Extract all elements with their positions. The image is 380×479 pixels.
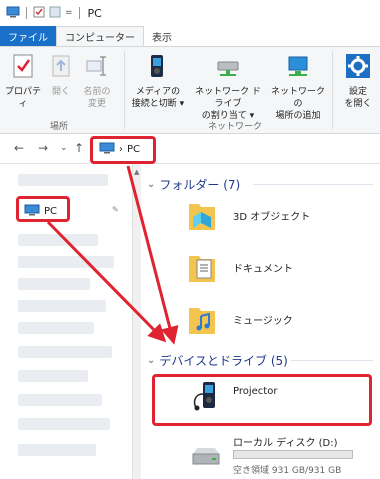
- content-pane: ⌄ フォルダー (7) 3D オブジェクト ドキュメント ミュージック ⌄ デバ…: [141, 164, 380, 479]
- blurred-item: [18, 174, 108, 186]
- tab-computer[interactable]: コンピューター: [56, 26, 144, 46]
- up-arrow-icon[interactable]: ↑: [74, 141, 84, 155]
- blurred-item: [18, 278, 90, 290]
- folder-3d-objects[interactable]: 3D オブジェクト: [233, 208, 310, 223]
- properties-quick-icon[interactable]: [33, 6, 45, 21]
- documents-icon: [187, 250, 217, 287]
- chevron-down-icon: ⌄: [147, 355, 156, 366]
- devices-section-label: デバイスとドライブ (5): [159, 354, 288, 368]
- folders-section-label: フォルダー (7): [159, 178, 241, 192]
- gear-icon: [338, 53, 378, 83]
- disk-free-space-text: 空き領域 931 GB/931 GB: [233, 466, 342, 476]
- chevron-down-icon: ⌄: [147, 179, 156, 190]
- open-icon: [46, 53, 76, 83]
- nav-scrollbar[interactable]: ▲: [132, 164, 141, 479]
- map-network-drive-label: ネットワーク ドライブ の割り当て ▾: [195, 87, 261, 121]
- forward-arrow-icon[interactable]: →: [38, 141, 48, 155]
- blurred-item: [18, 370, 88, 382]
- customize-quick-access-icon[interactable]: =: [65, 8, 73, 18]
- blurred-item: [18, 322, 94, 334]
- blurred-item: [18, 418, 110, 430]
- properties-button[interactable]: プロパティ: [4, 53, 42, 110]
- tab-file[interactable]: ファイル: [0, 26, 56, 46]
- folder-music[interactable]: ミュージック: [233, 312, 293, 327]
- section-divider: [253, 184, 373, 185]
- highlight-projector: [152, 374, 372, 426]
- tab-view[interactable]: 表示: [144, 26, 180, 46]
- blurred-item: [18, 346, 112, 358]
- highlight-address-pc: [90, 136, 156, 164]
- recent-locations-chevron-icon[interactable]: ⌄: [60, 143, 68, 153]
- network-location-icon: [268, 53, 328, 83]
- window-icon: [6, 6, 20, 21]
- group-separator: [124, 51, 125, 129]
- devices-section-header[interactable]: ⌄ デバイスとドライブ (5): [147, 352, 288, 369]
- network-group-label: ネットワーク: [208, 122, 263, 132]
- ribbon-tabs: ファイル コンピューター 表示: [0, 26, 380, 46]
- open-button[interactable]: 開く: [46, 53, 76, 98]
- new-folder-quick-icon[interactable]: [49, 6, 61, 21]
- blurred-item: [18, 444, 96, 456]
- blurred-item: [18, 300, 106, 312]
- folders-section-header[interactable]: ⌄ フォルダー (7): [147, 176, 240, 193]
- ribbon: プロパティ 開く 名前の 変更 場所 メディアの 接続と切断 ▾ ネットワーク …: [0, 46, 380, 134]
- section-divider: [291, 360, 373, 361]
- title-bar: = PC: [0, 0, 380, 26]
- separator: [26, 7, 27, 19]
- pin-icon[interactable]: ✎: [112, 205, 119, 214]
- back-arrow-icon[interactable]: ←: [14, 141, 24, 155]
- blurred-item: [18, 256, 114, 268]
- add-network-location-button[interactable]: ネットワークの 場所の追加: [268, 53, 328, 122]
- address-row: ← → ⌄ ↑ › PC: [0, 134, 380, 164]
- rename-button[interactable]: 名前の 変更: [80, 53, 114, 110]
- group-separator: [332, 51, 333, 129]
- separator: [78, 7, 80, 19]
- scroll-up-icon[interactable]: ▲: [134, 168, 139, 176]
- device-local-disk-d[interactable]: ローカル ディスク (D:): [233, 434, 338, 449]
- properties-label: プロパティ: [4, 87, 41, 109]
- media-connect-label: メディアの 接続と切断 ▾: [131, 87, 185, 109]
- music-icon: [187, 302, 217, 339]
- media-device-icon: [130, 53, 186, 83]
- disk-usage-bar: [233, 450, 353, 459]
- location-group-label: 場所: [50, 122, 69, 132]
- 3d-objects-icon: [187, 198, 217, 235]
- open-settings-label: 設定 を開く: [344, 87, 372, 109]
- blurred-item: [18, 394, 102, 406]
- add-network-location-label: ネットワークの 場所の追加: [270, 87, 325, 121]
- rename-icon: [80, 53, 114, 83]
- highlight-nav-pc: [16, 196, 70, 222]
- hard-drive-icon: [189, 446, 223, 471]
- network-drive-icon: [192, 53, 264, 83]
- open-settings-button[interactable]: 設定 を開く: [338, 53, 378, 110]
- window-title: PC: [87, 6, 102, 20]
- open-label: 開く: [51, 87, 70, 97]
- media-connect-button[interactable]: メディアの 接続と切断 ▾: [130, 53, 186, 110]
- rename-label: 名前の 変更: [83, 87, 111, 109]
- folder-documents[interactable]: ドキュメント: [233, 260, 293, 275]
- blurred-item: [18, 234, 98, 246]
- properties-icon: [4, 53, 42, 83]
- map-network-drive-button[interactable]: ネットワーク ドライブ の割り当て ▾: [192, 53, 264, 122]
